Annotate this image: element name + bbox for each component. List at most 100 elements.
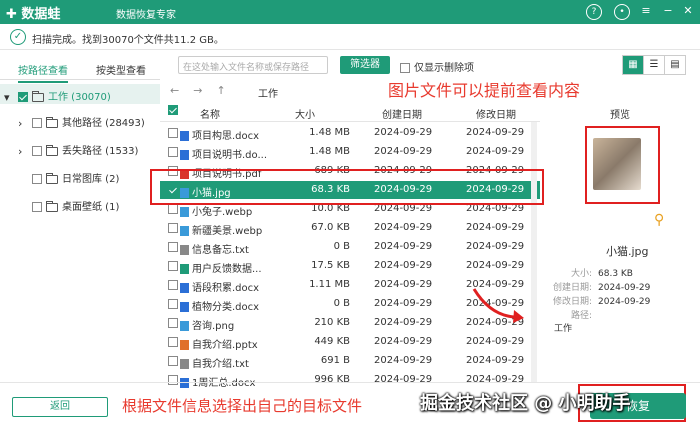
- list-view-icon[interactable]: ☰: [644, 56, 665, 74]
- checkbox[interactable]: [400, 63, 410, 73]
- menu-icon[interactable]: ≡: [638, 4, 654, 20]
- excel-icon: [180, 264, 189, 274]
- view-tabs: 按路径查看 按类型查看: [0, 58, 160, 83]
- close-icon[interactable]: ✕: [680, 4, 696, 20]
- scan-status-text: 扫描完成。找到30070个文件共11.2 GB。: [32, 35, 224, 46]
- file-size: 210 KB: [314, 317, 350, 328]
- app-title: 数据蛙: [21, 7, 61, 22]
- zoom-icon[interactable]: ⚲: [654, 212, 664, 228]
- checkbox[interactable]: [168, 318, 178, 328]
- table-header: 名称 大小 创建日期 修改日期: [160, 100, 540, 122]
- file-size: 449 KB: [314, 336, 350, 347]
- checkbox[interactable]: [168, 280, 178, 290]
- preview-filename: 小猫.jpg: [606, 245, 649, 258]
- file-created: 2024-09-29: [374, 298, 433, 309]
- tree-item-label: 丢失路径 (1533): [62, 146, 139, 157]
- file-name: 用户反馈数据...: [180, 260, 290, 275]
- tree-item-other-paths[interactable]: › 其他路径 (28493): [18, 114, 145, 134]
- file-modified: 2024-09-29: [466, 260, 525, 271]
- checkbox[interactable]: [168, 337, 178, 347]
- folder-icon: [46, 144, 58, 156]
- preview-path: 路径:: [570, 311, 592, 321]
- back-button[interactable]: 返回: [12, 397, 108, 417]
- table-row[interactable]: 项目说明书.do... 1.48 MB 2024-09-29 2024-09-29: [160, 143, 540, 161]
- table-row[interactable]: 自我介绍.txt 691 B 2024-09-29 2024-09-29: [160, 352, 540, 370]
- chevron-right-icon[interactable]: ›: [18, 117, 28, 130]
- table-row[interactable]: 自我介绍.pptx 449 KB 2024-09-29 2024-09-29: [160, 333, 540, 351]
- select-all-checkbox[interactable]: [168, 105, 178, 115]
- search-input[interactable]: 在这处输入文件名称或保存路径: [178, 56, 328, 74]
- folder-icon: [32, 90, 44, 102]
- file-modified: 2024-09-29: [466, 336, 525, 347]
- deleted-only-label: 仅显示删除项: [414, 63, 474, 74]
- image-icon: [180, 226, 189, 236]
- checkbox[interactable]: [168, 204, 178, 214]
- column-size[interactable]: 大小: [295, 106, 315, 121]
- folder-icon: [46, 116, 58, 128]
- checkbox[interactable]: [168, 128, 178, 138]
- checkbox[interactable]: [168, 261, 178, 271]
- app-logo: ✚ 数据蛙: [6, 7, 61, 22]
- preview-created: 创建日期: 2024-09-29: [552, 283, 651, 293]
- tab-by-path[interactable]: 按路径查看: [18, 62, 68, 83]
- image-icon: [180, 207, 189, 217]
- deleted-only-checkbox[interactable]: 仅显示删除项: [400, 59, 474, 74]
- file-created: 2024-09-29: [374, 355, 433, 366]
- folder-icon: [46, 200, 58, 212]
- file-name: 信息备忘.txt: [180, 241, 290, 256]
- file-size: 1.11 MB: [309, 279, 350, 290]
- profile-icon[interactable]: •: [614, 4, 630, 20]
- tree-item-label: 日常图库 (2): [62, 174, 120, 185]
- scan-complete-icon: ✓: [10, 29, 26, 45]
- tab-by-type[interactable]: 按类型查看: [96, 62, 146, 77]
- checkbox[interactable]: [168, 299, 178, 309]
- checkbox[interactable]: [32, 202, 42, 212]
- tree-item-work[interactable]: ▾ 工作 (30070): [0, 84, 160, 104]
- file-modified: 2024-09-29: [466, 241, 525, 252]
- checkbox[interactable]: [32, 146, 42, 156]
- up-arrow-icon[interactable]: ↑: [216, 84, 225, 97]
- table-row[interactable]: 信息备忘.txt 0 B 2024-09-29 2024-09-29: [160, 238, 540, 256]
- file-size: 67.0 KB: [311, 222, 350, 233]
- tree-item-lost-paths[interactable]: › 丢失路径 (1533): [18, 142, 138, 162]
- column-modified[interactable]: 修改日期: [476, 106, 516, 121]
- table-row[interactable]: 用户反馈数据... 17.5 KB 2024-09-29 2024-09-29: [160, 257, 540, 275]
- file-size: 0 B: [333, 241, 350, 252]
- annotation-bottom: 根据文件信息选择出自己的目标文件: [122, 397, 363, 415]
- forward-arrow-icon[interactable]: →: [193, 84, 202, 97]
- file-name: 植物分类.docx: [180, 298, 290, 313]
- table-row[interactable]: 项目构思.docx 1.48 MB 2024-09-29 2024-09-29: [160, 124, 540, 142]
- checkbox[interactable]: [168, 356, 178, 366]
- back-arrow-icon[interactable]: ←: [170, 84, 179, 97]
- table-scrollbar[interactable]: [531, 122, 537, 382]
- checkbox[interactable]: [18, 92, 28, 102]
- chevron-right-icon[interactable]: ›: [18, 145, 28, 158]
- checkbox[interactable]: [168, 147, 178, 157]
- checkbox[interactable]: [32, 174, 42, 184]
- column-created[interactable]: 创建日期: [382, 106, 422, 121]
- filter-button[interactable]: 筛选器: [340, 56, 390, 74]
- nav-buttons: ← → ↑: [170, 84, 226, 97]
- file-name: 自我介绍.txt: [180, 355, 290, 370]
- file-name: 小兔子.webp: [180, 203, 290, 218]
- detail-view-icon[interactable]: ▤: [665, 56, 685, 74]
- checkbox[interactable]: [32, 118, 42, 128]
- file-created: 2024-09-29: [374, 146, 433, 157]
- preview-size: 大小: 68.3 KB: [570, 269, 633, 279]
- tree-item-daily-gallery[interactable]: 日常图库 (2): [32, 170, 119, 190]
- table-row[interactable]: 新疆美景.webp 67.0 KB 2024-09-29 2024-09-29: [160, 219, 540, 237]
- preview-path-value: 工作: [554, 324, 573, 334]
- help-icon[interactable]: ?: [586, 4, 602, 20]
- word-icon: [180, 131, 189, 141]
- word-icon: [180, 302, 189, 312]
- column-name[interactable]: 名称: [200, 106, 220, 121]
- checkbox[interactable]: [168, 242, 178, 252]
- tree-item-wallpapers[interactable]: 桌面壁纸 (1): [32, 198, 119, 218]
- chevron-down-icon[interactable]: ▾: [4, 91, 14, 104]
- minimize-icon[interactable]: −: [660, 4, 676, 20]
- file-created: 2024-09-29: [374, 317, 433, 328]
- preview-title: 预览: [610, 110, 630, 121]
- file-size: 1.48 MB: [309, 127, 350, 138]
- grid-view-icon[interactable]: ▦: [623, 56, 644, 74]
- checkbox[interactable]: [168, 223, 178, 233]
